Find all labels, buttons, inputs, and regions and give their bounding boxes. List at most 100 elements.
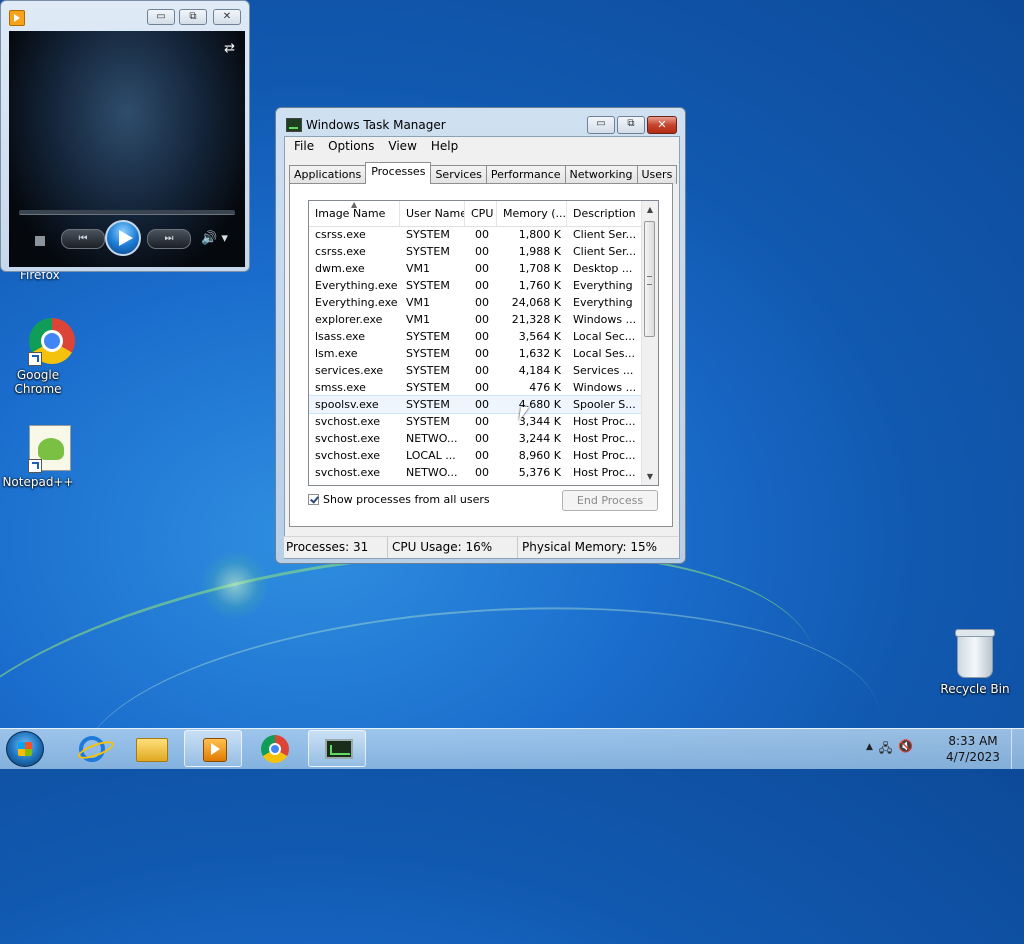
desktop-icon-notepad-plus-plus[interactable]: Notepad++ bbox=[0, 425, 76, 489]
process-image-name: Everything.exe bbox=[315, 279, 398, 292]
start-button[interactable] bbox=[6, 731, 44, 767]
table-row[interactable]: svchost.exe LOCAL ... 00 8,960 K Host Proc..… bbox=[309, 447, 643, 464]
show-hidden-icons-icon[interactable]: ▲ bbox=[866, 739, 873, 760]
grip-icon bbox=[647, 276, 652, 285]
menu-view[interactable]: View bbox=[381, 137, 423, 157]
process-cpu: 00 bbox=[475, 228, 489, 241]
play-button[interactable] bbox=[105, 220, 141, 256]
process-description: Local Ses... bbox=[573, 347, 635, 360]
process-user-name: SYSTEM bbox=[406, 245, 450, 258]
desktop-icon-google-chrome[interactable]: Google Chrome bbox=[0, 318, 76, 396]
previous-button[interactable]: ⏮ bbox=[61, 229, 105, 249]
close-button[interactable]: ✕ bbox=[647, 116, 677, 134]
show-desktop-button[interactable] bbox=[1011, 729, 1024, 769]
process-image-name: explorer.exe bbox=[315, 313, 383, 326]
process-image-name: spoolsv.exe bbox=[315, 398, 379, 411]
next-button[interactable]: ⏭ bbox=[147, 229, 191, 249]
minimize-button[interactable]: ▭ bbox=[147, 9, 175, 25]
desktop-icon-recycle-bin[interactable]: Recycle Bin bbox=[937, 629, 1013, 696]
process-user-name: VM1 bbox=[406, 313, 431, 326]
task-manager-window[interactable]: Windows Task Manager ▭ ⧉ ✕ File Options … bbox=[275, 107, 686, 564]
table-row[interactable]: svchost.exe SYSTEM 00 3,344 K Host Proc... bbox=[309, 413, 643, 430]
seek-bar[interactable] bbox=[19, 210, 235, 215]
process-image-name: svchost.exe bbox=[315, 466, 381, 479]
process-cpu: 00 bbox=[475, 262, 489, 275]
processes-tab-page: ▲ Image Name User Name CPU Memory (... De… bbox=[289, 183, 673, 527]
restore-button[interactable]: ⧉ bbox=[179, 9, 207, 25]
sort-arrow-icon: ▲ bbox=[351, 201, 358, 209]
maximize-button[interactable]: ⧉ bbox=[617, 116, 645, 134]
system-tray: ▲ 🖧 🔇 bbox=[866, 739, 913, 760]
media-player-window[interactable]: ▭ ⧉ ✕ ⇄ ⏮ ⏭ 🔊 ▾ bbox=[0, 0, 250, 272]
tab-applications[interactable]: Applications bbox=[289, 165, 367, 184]
tab-processes[interactable]: Processes bbox=[365, 162, 432, 184]
process-memory: 1,632 K bbox=[518, 347, 561, 360]
tab-services[interactable]: Services bbox=[430, 165, 487, 184]
column-header-image-name[interactable]: ▲ Image Name bbox=[309, 201, 400, 226]
table-row[interactable]: spoolsv.exe SYSTEM 00 4,680 K Spooler S... bbox=[309, 395, 644, 414]
tab-performance[interactable]: Performance bbox=[485, 165, 566, 184]
table-row[interactable]: services.exe SYSTEM 00 4,184 K Services ... bbox=[309, 362, 643, 379]
table-row[interactable]: smss.exe SYSTEM 00 476 K Windows ... bbox=[309, 379, 643, 396]
process-description: Windows ... bbox=[573, 381, 637, 394]
volume-icon[interactable]: 🔊 ▾ bbox=[201, 231, 228, 246]
scroll-up-icon[interactable]: ▲ bbox=[642, 201, 658, 218]
volume-muted-icon[interactable]: 🔇 bbox=[898, 739, 913, 760]
recycle-bin-icon bbox=[951, 629, 999, 680]
menu-bar: File Options View Help bbox=[285, 137, 679, 157]
media-player-titlebar[interactable]: ▭ ⧉ ✕ bbox=[1, 1, 249, 31]
stop-button[interactable] bbox=[35, 236, 45, 246]
media-player-screen[interactable]: ⇄ ⏮ ⏭ 🔊 ▾ bbox=[9, 31, 245, 267]
table-row[interactable]: csrss.exe SYSTEM 00 1,800 K Client Ser... bbox=[309, 226, 643, 243]
show-all-users-option[interactable]: Show processes from all users bbox=[308, 493, 490, 506]
process-memory: 24,068 K bbox=[511, 296, 561, 309]
column-header-memory[interactable]: Memory (... bbox=[497, 201, 567, 226]
column-header-cpu[interactable]: CPU bbox=[465, 201, 497, 226]
taskbar-google-chrome[interactable] bbox=[245, 730, 303, 767]
menu-help[interactable]: Help bbox=[424, 137, 465, 157]
process-user-name: SYSTEM bbox=[406, 347, 450, 360]
process-user-name: SYSTEM bbox=[406, 228, 450, 241]
taskbar-internet-explorer[interactable] bbox=[62, 730, 120, 767]
column-header-user-name[interactable]: User Name bbox=[400, 201, 465, 226]
minimize-button[interactable]: ▭ bbox=[587, 116, 615, 134]
table-row[interactable]: lsm.exe SYSTEM 00 1,632 K Local Ses... bbox=[309, 345, 643, 362]
taskbar-windows-explorer[interactable] bbox=[122, 730, 180, 767]
close-button[interactable]: ✕ bbox=[213, 9, 241, 25]
process-cpu: 00 bbox=[475, 347, 489, 360]
table-row[interactable]: Everything.exe SYSTEM 00 1,760 K Everything bbox=[309, 277, 643, 294]
menu-file[interactable]: File bbox=[287, 137, 321, 157]
process-list[interactable]: ▲ Image Name User Name CPU Memory (... De… bbox=[308, 200, 659, 486]
column-header-description[interactable]: Description bbox=[567, 201, 643, 226]
process-user-name: NETWO... bbox=[406, 466, 458, 479]
table-row[interactable]: explorer.exe VM1 00 21,328 K Windows ... bbox=[309, 311, 643, 328]
network-icon[interactable]: 🖧 bbox=[879, 739, 892, 760]
taskbar-media-player[interactable] bbox=[184, 730, 242, 767]
tab-networking[interactable]: Networking bbox=[564, 165, 638, 184]
table-row[interactable]: dwm.exe VM1 00 1,708 K Desktop ... bbox=[309, 260, 643, 277]
end-process-button[interactable]: End Process bbox=[562, 490, 658, 511]
vertical-scrollbar[interactable]: ▲ ▼ bbox=[641, 201, 658, 485]
menu-options[interactable]: Options bbox=[321, 137, 381, 157]
process-memory: 1,708 K bbox=[518, 262, 561, 275]
scroll-thumb[interactable] bbox=[644, 221, 655, 337]
process-description: Host Proc... bbox=[573, 466, 636, 479]
table-row[interactable]: svchost.exe NETWO... 00 5,376 K Host Proc... bbox=[309, 464, 643, 481]
clock[interactable]: 8:33 AM 4/7/2023 bbox=[938, 733, 1008, 765]
desktop-icon-label: Recycle Bin bbox=[940, 682, 1010, 696]
show-all-users-label: Show processes from all users bbox=[323, 493, 490, 506]
table-row[interactable]: csrss.exe SYSTEM 00 1,988 K Client Ser... bbox=[309, 243, 643, 260]
scroll-down-icon[interactable]: ▼ bbox=[642, 468, 658, 485]
table-row[interactable]: lsass.exe SYSTEM 00 3,564 K Local Sec... bbox=[309, 328, 643, 345]
table-row[interactable]: svchost.exe NETWO... 00 3,244 K Host Proc... bbox=[309, 430, 643, 447]
taskbar: ▲ 🖧 🔇 8:33 AM 4/7/2023 bbox=[0, 728, 1024, 769]
process-user-name: SYSTEM bbox=[406, 398, 450, 411]
tab-users[interactable]: Users bbox=[636, 165, 678, 184]
process-cpu: 00 bbox=[475, 466, 489, 479]
process-user-name: SYSTEM bbox=[406, 364, 450, 377]
process-image-name: smss.exe bbox=[315, 381, 366, 394]
taskbar-task-manager[interactable] bbox=[308, 730, 366, 767]
table-row[interactable]: Everything.exe VM1 00 24,068 K Everything bbox=[309, 294, 643, 311]
show-all-users-checkbox[interactable] bbox=[308, 494, 319, 505]
switch-to-library-icon[interactable]: ⇄ bbox=[224, 41, 235, 56]
